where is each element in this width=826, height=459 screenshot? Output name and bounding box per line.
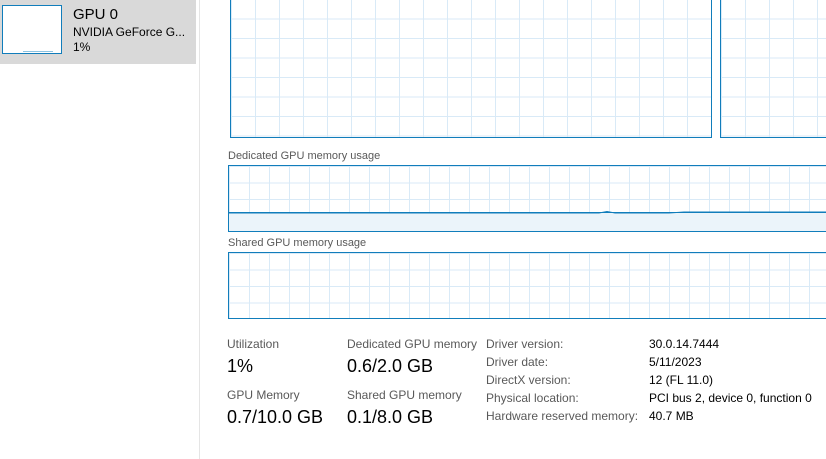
sidebar-item-utilization: 1%: [73, 40, 91, 54]
hardware-reserved-memory-value: 40.7 MB: [649, 409, 694, 423]
physical-location-value: PCI bus 2, device 0, function 0: [649, 391, 812, 405]
utilization-value: 1%: [227, 356, 254, 376]
shared-memory-value: 0.1/8.0 GB: [347, 407, 434, 427]
sidebar-item-title: GPU 0: [73, 6, 119, 23]
directx-version-label: DirectX version:: [486, 373, 571, 387]
driver-version-value: 30.0.14.7444: [649, 337, 720, 351]
thumbnail-usage-line: [23, 51, 53, 52]
dedicated-memory-value: 0.6/2.0 GB: [347, 356, 434, 376]
utilization-label: Utilization: [227, 337, 280, 351]
gpu-memory-label: GPU Memory: [227, 388, 300, 402]
shared-memory-label: Shared GPU memory: [347, 388, 462, 402]
dedicated-memory-label: Dedicated GPU memory: [347, 337, 478, 351]
engine-graph-right: [720, 0, 826, 138]
dedicated-memory-usage-line: [229, 210, 826, 214]
sidebar-item-gpu-0[interactable]: GPU 0 NVIDIA GeForce G... 1%: [0, 0, 196, 64]
driver-date-value: 5/11/2023: [649, 355, 702, 369]
shared-memory-graph: [228, 252, 826, 319]
sidebar: GPU 0 NVIDIA GeForce G... 1%: [0, 0, 200, 459]
directx-version-value: 12 (FL 11.0): [649, 373, 714, 387]
driver-date-label: Driver date:: [486, 355, 549, 369]
hardware-reserved-memory-label: Hardware reserved memory:: [486, 409, 639, 423]
engine-graph-left: [230, 0, 712, 138]
sidebar-item-subtitle: NVIDIA GeForce G...: [73, 25, 186, 39]
driver-version-label: Driver version:: [486, 337, 564, 351]
gpu-thumbnail-graph: [2, 5, 62, 54]
dedicated-memory-graph: [228, 165, 826, 232]
gpu-memory-value: 0.7/10.0 GB: [227, 407, 324, 427]
shared-memory-graph-label: Shared GPU memory usage: [228, 237, 367, 249]
physical-location-label: Physical location:: [486, 391, 579, 405]
dedicated-memory-graph-label: Dedicated GPU memory usage: [228, 150, 381, 162]
